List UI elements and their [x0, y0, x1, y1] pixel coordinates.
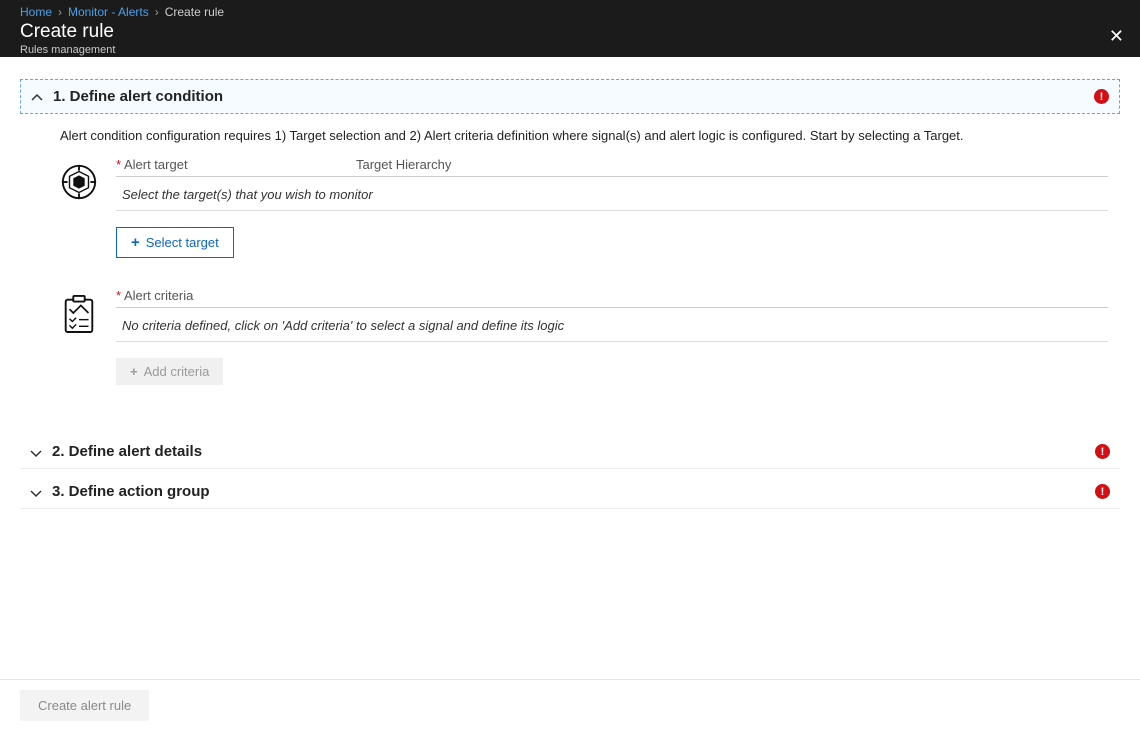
create-alert-rule-button: Create alert rule: [20, 690, 149, 721]
close-icon[interactable]: ✕: [1109, 26, 1124, 47]
footer: Create alert rule: [0, 679, 1140, 731]
breadcrumb: Home › Monitor - Alerts › Create rule: [20, 0, 1120, 19]
breadcrumb-home[interactable]: Home: [20, 5, 52, 19]
panel-title-details: 2. Define alert details: [52, 443, 202, 460]
panel-title-condition: 1. Define alert condition: [53, 88, 223, 105]
panel-header-action-group[interactable]: 3. Define action group !: [20, 475, 1120, 509]
chevron-right-icon: ›: [58, 5, 62, 19]
condition-description: Alert condition configuration requires 1…: [60, 128, 1108, 143]
page-subtitle: Rules management: [20, 44, 1120, 56]
chevron-down-icon: [30, 446, 42, 458]
panel-define-alert-condition: 1. Define alert condition ! Alert condit…: [20, 79, 1120, 429]
criteria-icon: [60, 294, 98, 332]
target-icon: [60, 163, 98, 201]
plus-icon: +: [131, 234, 140, 251]
chevron-down-icon: [30, 486, 42, 498]
alert-criteria-row: Alert criteria No criteria defined, clic…: [60, 288, 1108, 385]
panel-header-condition[interactable]: 1. Define alert condition !: [20, 79, 1120, 114]
panel-define-alert-details: 2. Define alert details !: [20, 435, 1120, 469]
target-hierarchy-label: Target Hierarchy: [356, 157, 451, 172]
panel-define-action-group: 3. Define action group !: [20, 475, 1120, 509]
error-icon: !: [1094, 89, 1109, 104]
plus-icon: +: [130, 364, 138, 379]
panel-header-details[interactable]: 2. Define alert details !: [20, 435, 1120, 469]
select-target-button[interactable]: + Select target: [116, 227, 234, 258]
error-icon: !: [1095, 484, 1110, 499]
panel-title-action-group: 3. Define action group: [52, 483, 210, 500]
alert-target-label: Alert target: [116, 157, 356, 172]
content-area: 1. Define alert condition ! Alert condit…: [0, 57, 1140, 509]
alert-criteria-placeholder: No criteria defined, click on 'Add crite…: [116, 308, 1108, 342]
page-title: Create rule: [20, 21, 1120, 43]
breadcrumb-monitor-alerts[interactable]: Monitor - Alerts: [68, 5, 149, 19]
header: Home › Monitor - Alerts › Create rule Cr…: [0, 0, 1140, 57]
chevron-up-icon: [31, 91, 43, 103]
chevron-right-icon: ›: [155, 5, 159, 19]
add-criteria-button-label: Add criteria: [144, 364, 210, 379]
select-target-button-label: Select target: [146, 235, 219, 250]
add-criteria-button: + Add criteria: [116, 358, 223, 385]
error-icon: !: [1095, 444, 1110, 459]
alert-target-row: Alert target Target Hierarchy Select the…: [60, 157, 1108, 258]
breadcrumb-current: Create rule: [165, 5, 224, 19]
alert-criteria-label: Alert criteria: [116, 288, 356, 303]
panel-body-condition: Alert condition configuration requires 1…: [20, 114, 1120, 429]
alert-target-placeholder: Select the target(s) that you wish to mo…: [116, 177, 1108, 211]
